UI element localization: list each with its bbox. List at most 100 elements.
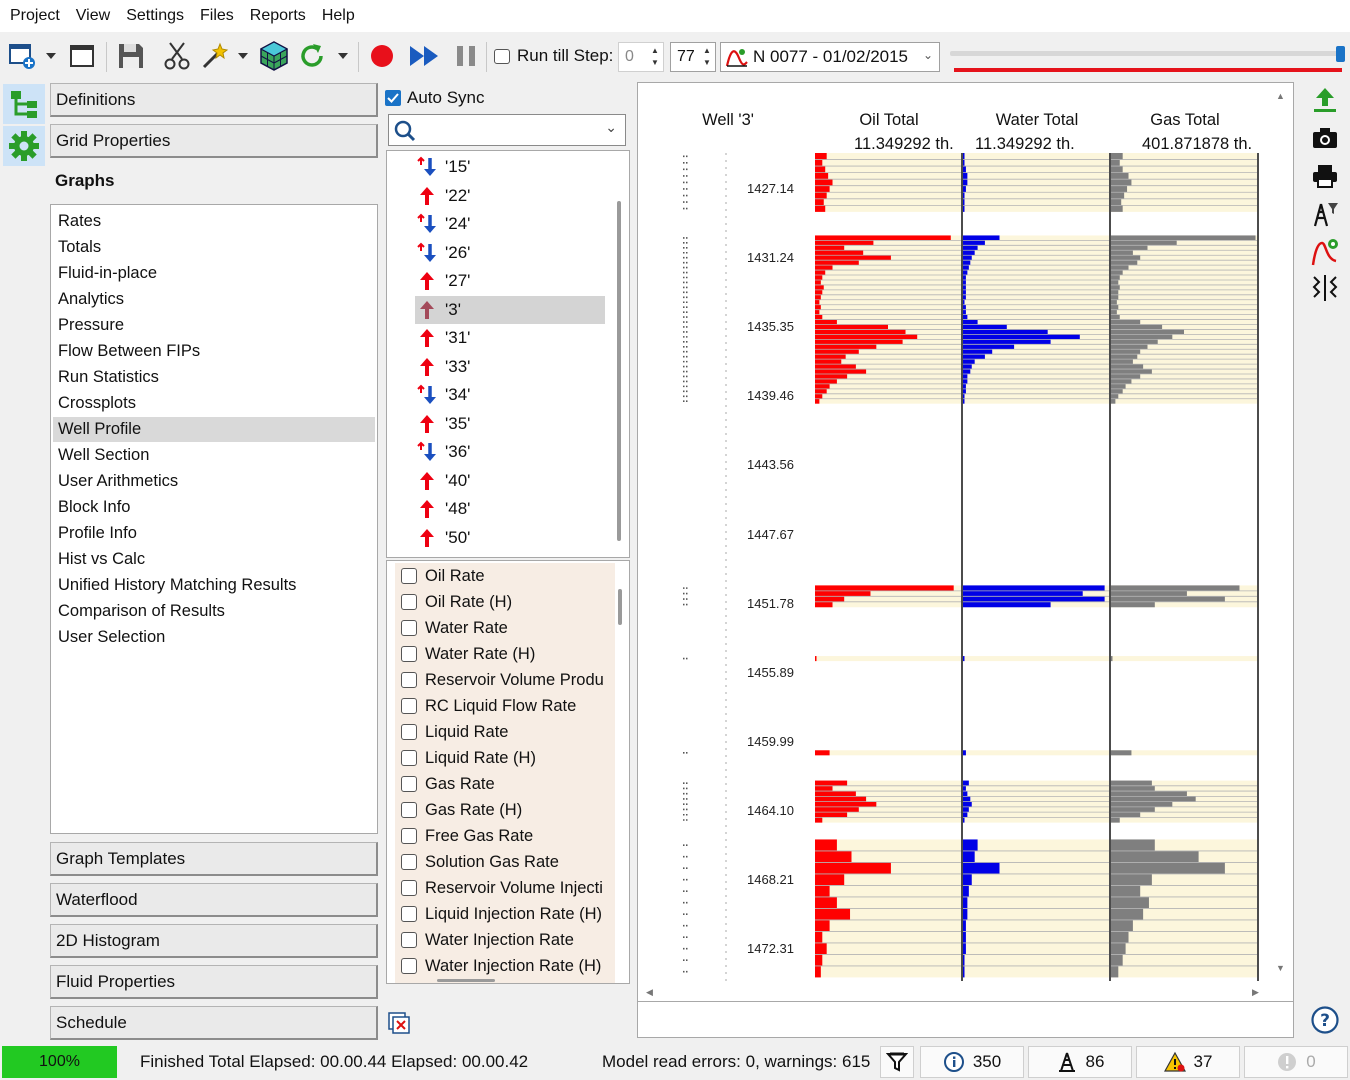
variable-checkbox[interactable] [401,672,417,688]
graph-item-run-statistics[interactable]: Run Statistics [53,365,375,390]
chevron-down-icon[interactable] [234,32,252,80]
scroll-left-icon[interactable]: ◀ [646,987,653,998]
warnings-button[interactable]: 37 [1136,1046,1240,1078]
record-icon[interactable] [364,32,400,80]
well-item[interactable]: '50' [415,524,605,552]
variable-checkbox[interactable] [401,568,417,584]
run-till-step-input[interactable]: 0 ▲ ▼ [618,42,664,72]
slider-handle[interactable] [1336,46,1345,62]
well-item[interactable]: '33' [415,353,605,381]
magic-wand-icon[interactable] [198,32,232,80]
variable-checkbox-item[interactable]: Water Injection Rate [401,927,621,953]
well-item[interactable]: '34' [415,381,605,409]
graph-item-profile-info[interactable]: Profile Info [53,521,375,546]
variables-scrollbar[interactable] [618,589,622,625]
step-slider[interactable] [950,46,1345,72]
step-select[interactable]: N 0077 - 01/02/2015 ⌄ [720,42,940,72]
print-icon[interactable] [1308,160,1342,192]
filter-icon[interactable] [880,1046,914,1078]
save-icon[interactable] [112,32,150,80]
pause-icon[interactable] [450,32,482,80]
errors-button[interactable]: 0 [1244,1046,1348,1078]
variable-checkbox-item[interactable]: Oil Rate (H) [401,589,621,615]
variable-checkbox[interactable] [401,620,417,636]
well-list-scrollbar[interactable] [617,201,621,541]
variable-checkbox[interactable] [401,646,417,662]
well-item[interactable]: '24' [415,210,605,238]
menu-view[interactable]: View [68,0,118,32]
menu-settings[interactable]: Settings [118,0,192,32]
variable-checkbox[interactable] [401,828,417,844]
well-item[interactable]: '40' [415,467,605,495]
graph-item-user-selection[interactable]: User Selection [53,625,375,650]
variable-checkbox-item[interactable]: RC Liquid Flow Rate [401,693,621,719]
auto-sync-checkbox[interactable]: Auto Sync [385,86,485,110]
menu-project[interactable]: Project [2,0,68,32]
variable-checkbox-item[interactable]: Reservoir Volume Produ [401,667,621,693]
section-graphs[interactable]: Graphs [50,165,378,199]
chevron-down-icon[interactable] [42,32,60,80]
well-item[interactable]: '36' [415,438,605,466]
menu-reports[interactable]: Reports [242,0,314,32]
variables-hscrollbar[interactable] [437,979,495,982]
scroll-up-icon[interactable]: ▲ [1276,91,1285,101]
variable-checkbox[interactable] [401,698,417,714]
menu-help[interactable]: Help [314,0,363,32]
fast-forward-icon[interactable] [404,32,444,80]
variable-checkbox[interactable] [401,594,417,610]
graph-item-comparison-of-results[interactable]: Comparison of Results [53,599,375,624]
well-item[interactable]: '3' [415,295,605,324]
well-filter-icon[interactable] [1308,198,1342,230]
variable-checkbox-item[interactable]: Water Injection Rate (H) [401,953,621,979]
variable-checkbox[interactable] [401,724,417,740]
graph-item-block-info[interactable]: Block Info [53,495,375,520]
camera-icon[interactable] [1308,122,1342,154]
variable-checkbox-item[interactable]: Oil Rate [401,563,621,589]
info-messages-button[interactable]: 350 [920,1046,1024,1078]
scroll-right-icon[interactable]: ▶ [1252,987,1259,998]
variable-checkbox-item[interactable]: Liquid Rate (H) [401,745,621,771]
variable-checkbox[interactable] [401,750,417,766]
tree-icon[interactable] [3,84,45,124]
well-item[interactable]: '48' [415,495,605,523]
graph-item-fluid-in-place[interactable]: Fluid-in-place [53,261,375,286]
graph-item-hist-vs-calc[interactable]: Hist vs Calc [53,547,375,572]
variable-checkbox[interactable] [401,880,417,896]
section-definitions[interactable]: Definitions [50,83,378,117]
scissors-icon[interactable] [158,32,196,80]
well-item[interactable]: '27' [415,267,605,295]
section-schedule[interactable]: Schedule [50,1006,378,1040]
variable-checkbox-item[interactable]: Reservoir Volume Injecti [401,875,621,901]
variable-checkbox-item[interactable]: Water Rate [401,615,621,641]
layer-profile-icon[interactable] [1308,272,1342,304]
graph-item-rates[interactable]: Rates [53,209,375,234]
menu-files[interactable]: Files [192,0,242,32]
variable-checkbox[interactable] [401,776,417,792]
graph-item-totals[interactable]: Totals [53,235,375,260]
variable-checkbox[interactable] [401,854,417,870]
well-item[interactable]: '35' [415,410,605,438]
new-window-icon[interactable] [4,32,40,80]
variable-checkbox-item[interactable]: Gas Rate [401,771,621,797]
wells-messages-button[interactable]: 86 [1028,1046,1132,1078]
graph-item-pressure[interactable]: Pressure [53,313,375,338]
well-item[interactable]: '22' [415,182,605,210]
graph-item-analytics[interactable]: Analytics [53,287,375,312]
graph-item-well-profile[interactable]: Well Profile [53,417,375,442]
well-item[interactable]: '31' [415,324,605,352]
well-item[interactable]: '26' [415,239,605,267]
curve-settings-icon[interactable] [1308,236,1342,268]
variable-checkbox-item[interactable]: Solution Gas Rate [401,849,621,875]
section-fluid-properties[interactable]: Fluid Properties [50,965,378,999]
section-graph-templates[interactable]: Graph Templates [50,842,378,876]
variable-checkbox[interactable] [401,958,417,974]
chevron-down-icon[interactable]: ⌄ [605,119,617,136]
run-till-step-checkbox[interactable]: Run till Step: [494,32,618,80]
graph-item-flow-between-fips[interactable]: Flow Between FIPs [53,339,375,364]
gear-icon[interactable] [3,126,45,166]
window-icon[interactable] [64,32,100,80]
graph-item-unified-history-matching[interactable]: Unified History Matching Results [53,573,375,598]
clear-selection-icon[interactable] [387,1011,411,1035]
variable-checkbox-item[interactable]: Gas Rate (H) [401,797,621,823]
help-icon[interactable]: ? [1308,1004,1342,1036]
